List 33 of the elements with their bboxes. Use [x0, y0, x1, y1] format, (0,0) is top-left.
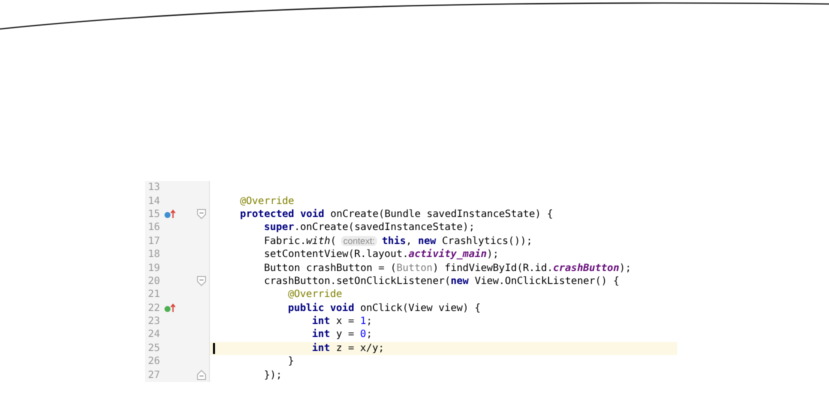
- line-number: 19: [147, 262, 162, 275]
- code-line: });: [264, 368, 282, 382]
- text-cursor: [213, 342, 215, 354]
- line-number: 15: [147, 208, 162, 221]
- code-line: protected void onCreate(Bundle savedInstanceState) {: [240, 208, 554, 221]
- code-line: @Override: [288, 288, 342, 302]
- code-line: public void onClick(View view) {: [288, 302, 481, 315]
- code-line: }: [288, 355, 294, 368]
- fold-icon[interactable]: [197, 209, 206, 220]
- line-number: 18: [147, 248, 162, 262]
- fold-icon[interactable]: [197, 370, 206, 380]
- code-line: int y = 0;: [312, 328, 372, 342]
- code-line: int z = x/y;: [312, 342, 384, 355]
- line-number: 20: [147, 274, 162, 288]
- code-line: Button crashButton = (Button) findViewById(R.id.crashButton);: [264, 262, 632, 275]
- line-number: 23: [147, 315, 162, 328]
- line-number: 26: [147, 355, 162, 368]
- line-number: 25: [147, 342, 162, 355]
- code-line: @Override: [240, 194, 294, 208]
- line-number: 13: [147, 181, 162, 194]
- fold-icon[interactable]: [197, 276, 206, 286]
- line-number: 21: [147, 288, 162, 302]
- line-number: 16: [147, 221, 162, 234]
- line-number: 17: [147, 234, 162, 248]
- code-line: setContentView(R.layout.activity_main);: [264, 248, 499, 262]
- code-line: int x = 1;: [312, 315, 372, 328]
- line-number: 14: [147, 194, 162, 208]
- line-number: 22: [147, 302, 162, 315]
- line-number: 24: [147, 328, 162, 342]
- code-line: Fabric.with( context: this, new Crashlytics());: [264, 234, 532, 248]
- code-line: super.onCreate(savedInstanceState);: [264, 221, 475, 234]
- code-line: crashButton.setOnClickListener(new View.OnClickListener() {: [264, 274, 620, 288]
- line-number: 27: [147, 368, 162, 382]
